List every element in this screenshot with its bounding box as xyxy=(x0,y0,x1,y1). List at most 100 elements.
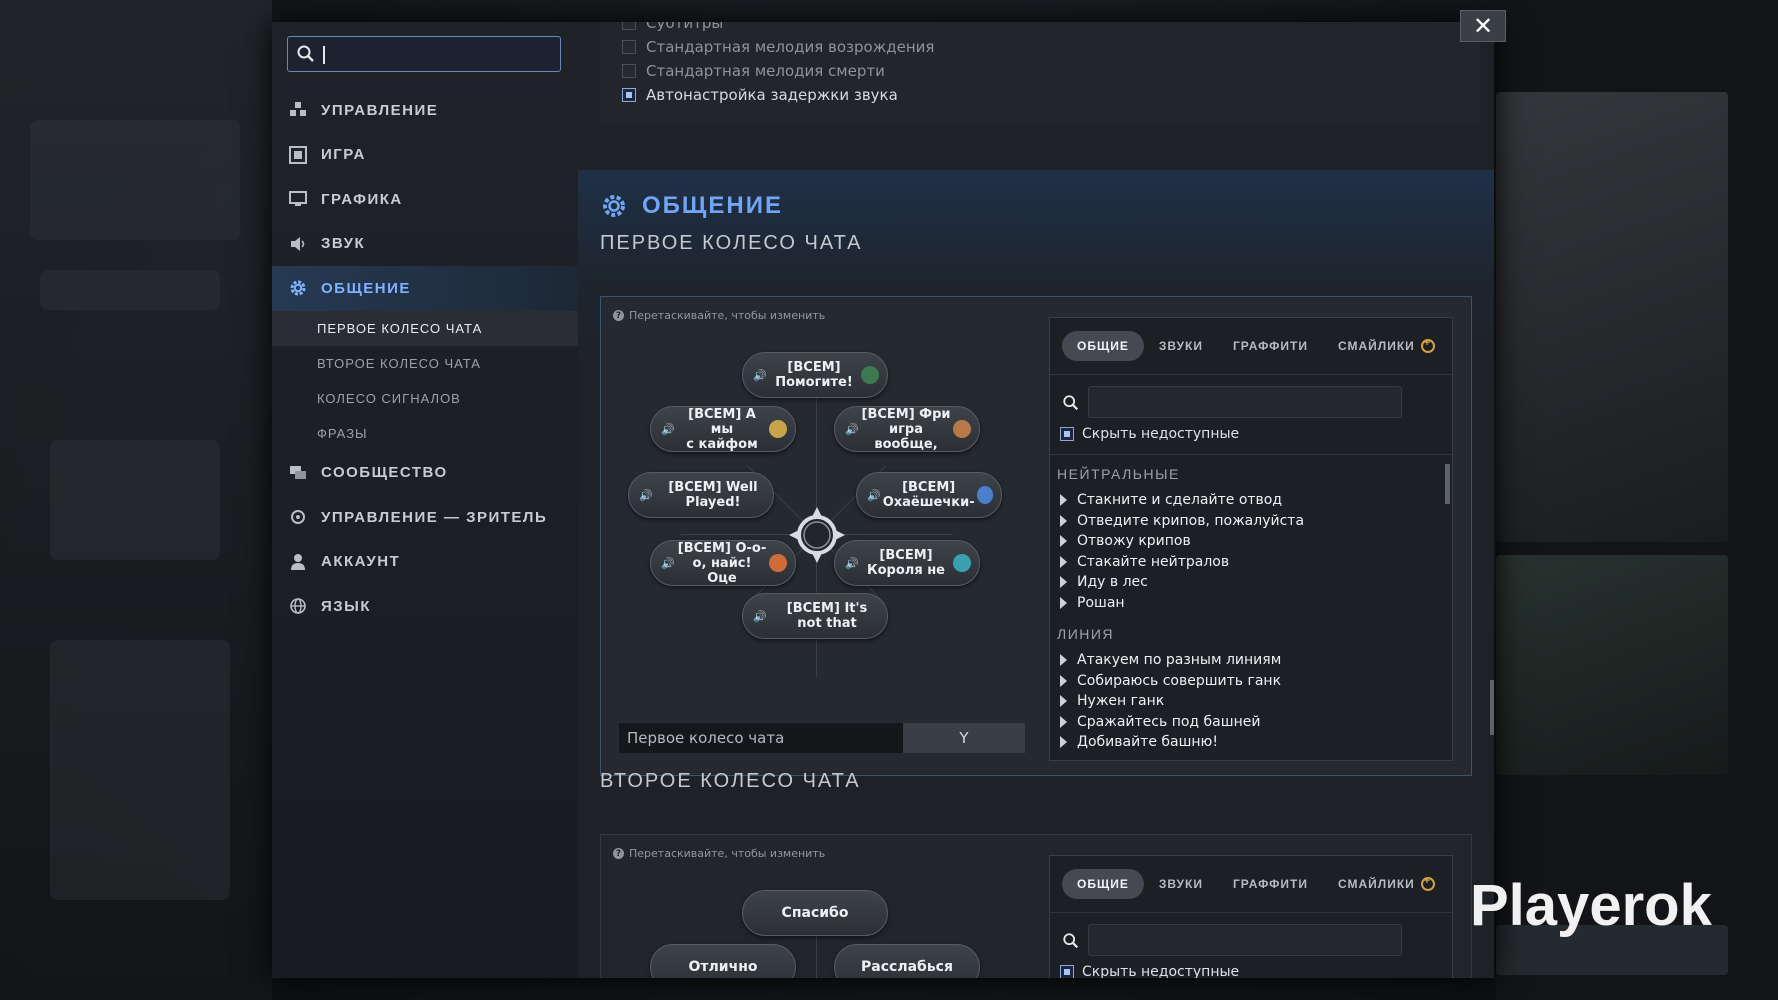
sub-item-phrases[interactable]: ФРАЗЫ xyxy=(272,416,578,451)
content-scrollbar[interactable] xyxy=(1490,680,1494,735)
phrase-item[interactable]: Собираюсь совершить ганк xyxy=(1060,673,1281,689)
phrase-item[interactable]: Сражайтесь под башней xyxy=(1060,714,1260,730)
category-heading: ЛИНИЯ xyxy=(1057,626,1115,642)
close-button[interactable]: ✕ xyxy=(1460,10,1506,42)
hide-unavailable-toggle[interactable]: Скрыть недоступные xyxy=(1060,964,1239,978)
nav-item-game[interactable]: ИГРА xyxy=(272,133,578,178)
tab-emoticons[interactable]: СМАЙЛИКИ xyxy=(1323,331,1450,361)
phrase-item[interactable]: Иду в лес xyxy=(1060,574,1148,590)
globe-icon xyxy=(287,595,309,617)
speaker-icon: 🔊 xyxy=(753,368,767,382)
phrase-item[interactable]: Отвожу крипов xyxy=(1060,533,1191,549)
play-triangle-icon xyxy=(1060,555,1067,568)
phrase-browser: ОБЩИЕ ЗВУКИ ГРАФФИТИ СМАЙЛИКИ Скрыть нед… xyxy=(1049,855,1453,978)
tab-sounds[interactable]: ЗВУКИ xyxy=(1144,869,1218,899)
phrase-search-input[interactable] xyxy=(1088,386,1402,418)
second-wheel-editor: ? Перетаскивайте, чтобы изменить Спасибо … xyxy=(600,834,1472,978)
wheel-slot-bottom-right[interactable]: 🔊 [ВСЕМ] Короля не xyxy=(834,540,980,586)
settings-sidebar: УПРАВЛЕНИЕ ИГРА ГРАФИКА ЗВУК ОБЩЕНИЕ ПЕР… xyxy=(272,22,578,978)
hide-unavailable-toggle[interactable]: Скрыть недоступные xyxy=(1060,426,1239,442)
wheel-slot-top[interactable]: 🔊 [ВСЕМ] Помогите! xyxy=(742,352,888,398)
tab-emoticons[interactable]: СМАЙЛИКИ xyxy=(1323,869,1450,899)
nav-item-account[interactable]: АККАУНТ xyxy=(272,540,578,585)
text-caret xyxy=(323,46,325,64)
nav-item-spectator-controls[interactable]: УПРАВЛЕНИЕ — ЗРИТЕЛЬ xyxy=(272,495,578,540)
wheel-slot-top[interactable]: Спасибо xyxy=(742,890,888,936)
play-triangle-icon xyxy=(1060,576,1067,588)
emoticon-icon xyxy=(769,420,787,438)
phrase-item[interactable]: Атакуем по разным линиям xyxy=(1060,652,1281,668)
chat-bubbles-icon xyxy=(287,462,309,484)
wheel-slot-top-left[interactable]: 🔊 [ВСЕМ] А мы с кайфом xyxy=(650,406,796,452)
wheel-slot-bottom[interactable]: 🔊 [ВСЕМ] It's not that xyxy=(742,593,888,639)
checkbox[interactable] xyxy=(622,40,636,54)
watermark-logo: Playerok xyxy=(1470,873,1712,938)
nav-item-community[interactable]: СООБЩЕСТВО xyxy=(272,451,578,496)
controls-icon xyxy=(287,99,309,121)
phrase-search-input[interactable] xyxy=(1088,924,1402,956)
settings-content: Субтитры Стандартная мелодия возрождения… xyxy=(578,22,1494,978)
nav-item-label: ИГРА xyxy=(321,146,366,164)
speaker-icon: 🔊 xyxy=(661,422,675,436)
nav-item-controls[interactable]: УПРАВЛЕНИЕ xyxy=(272,88,578,133)
phrase-item[interactable]: Стакайте нейтралов xyxy=(1060,554,1229,570)
checkbox[interactable] xyxy=(622,22,636,30)
wheel-slot-top-left[interactable]: Отлично xyxy=(650,944,796,978)
second-wheel-heading: ВТОРОЕ КОЛЕСО ЧАТА xyxy=(600,770,861,792)
sub-item-first-chat-wheel[interactable]: ПЕРВОЕ КОЛЕСО ЧАТА xyxy=(272,310,578,346)
settings-search-input[interactable] xyxy=(287,36,561,72)
wheel-slot-right[interactable]: 🔊 [ВСЕМ] Охаёшечки- xyxy=(856,472,1002,518)
phrase-item[interactable]: Добивайте башню! xyxy=(1060,734,1218,750)
checkbox-checked[interactable] xyxy=(1060,965,1074,978)
emoticon-icon xyxy=(861,366,879,384)
emoticon-icon xyxy=(976,486,993,504)
checkbox-checked[interactable] xyxy=(622,88,636,102)
divider xyxy=(1050,912,1452,913)
tab-graffiti[interactable]: ГРАФФИТИ xyxy=(1218,869,1323,899)
wheel-name-field[interactable]: Первое колесо чата xyxy=(619,723,903,753)
phrase-item[interactable]: Нужен ганк xyxy=(1060,693,1164,709)
sub-item-ping-wheel[interactable]: КОЛЕСО СИГНАЛОВ xyxy=(272,381,578,416)
drag-hint: ? Перетаскивайте, чтобы изменить xyxy=(613,309,825,322)
tab-general[interactable]: ОБЩИЕ xyxy=(1062,869,1144,899)
option-auto-sound-delay[interactable]: Автонастройка задержки звука xyxy=(622,86,898,104)
wheel-slot-top-right[interactable]: 🔊 [ВСЕМ] Фри игра вообще, xyxy=(834,406,980,452)
wheel-slot-top-right[interactable]: Расслабься xyxy=(834,944,980,978)
phrase-tabs: ОБЩИЕ ЗВУКИ ГРАФФИТИ СМАЙЛИКИ xyxy=(1062,330,1450,362)
gear-icon xyxy=(287,277,309,299)
game-icon xyxy=(287,144,309,166)
checkbox[interactable] xyxy=(622,64,636,78)
nav-item-label: СООБЩЕСТВО xyxy=(321,464,448,482)
chat-wheel: 🔊 [ВСЕМ] Помогите! 🔊 [ВСЕМ] Фри игра вообщ… xyxy=(611,337,1011,707)
help-icon: ? xyxy=(613,310,624,321)
wheel-slot-bottom-left[interactable]: 🔊 [ВСЕМ] О-о- о, найс! Оце xyxy=(650,540,796,586)
wheel-slot-left[interactable]: 🔊 [ВСЕМ] Well Played! xyxy=(628,472,774,518)
speaker-icon: 🔊 xyxy=(753,609,767,623)
phrase-item[interactable]: Стакните и сделайте отвод xyxy=(1060,492,1282,508)
scrollbar-thumb[interactable] xyxy=(1445,464,1450,504)
nav-item-language[interactable]: ЯЗЫК xyxy=(272,584,578,629)
nav-item-communication[interactable]: ОБЩЕНИЕ xyxy=(272,266,578,311)
nav-item-graphics[interactable]: ГРАФИКА xyxy=(272,177,578,222)
speaker-icon: 🔊 xyxy=(845,422,859,436)
phrase-item[interactable]: Отведите крипов, пожалуйста xyxy=(1060,513,1304,529)
background-event-card xyxy=(1496,92,1728,542)
section-title: ОБЩЕНИЕ xyxy=(600,192,783,220)
wheel-hotkey-button[interactable]: Y xyxy=(903,723,1025,753)
nav-item-label: УПРАВЛЕНИЕ xyxy=(321,101,439,119)
tab-graffiti[interactable]: ГРАФФИТИ xyxy=(1218,331,1323,361)
phrase-item[interactable]: Рошан xyxy=(1060,595,1125,611)
tab-sounds[interactable]: ЗВУКИ xyxy=(1144,331,1218,361)
nav-item-label: ГРАФИКА xyxy=(321,190,403,208)
checkbox-checked[interactable] xyxy=(1060,427,1074,441)
nav-item-sound[interactable]: ЗВУК xyxy=(272,222,578,267)
nav-item-label: ЗВУК xyxy=(321,235,366,253)
option-subtitles[interactable]: Субтитры xyxy=(622,22,723,32)
sub-item-second-chat-wheel[interactable]: ВТОРОЕ КОЛЕСО ЧАТА xyxy=(272,346,578,381)
tab-general[interactable]: ОБЩИЕ xyxy=(1062,331,1144,361)
option-death-melody[interactable]: Стандартная мелодия смерти xyxy=(622,62,885,80)
phrase-tabs: ОБЩИЕ ЗВУКИ ГРАФФИТИ СМАЙЛИКИ xyxy=(1062,868,1450,900)
option-respawn-melody[interactable]: Стандартная мелодия возрождения xyxy=(622,38,934,56)
gear-icon xyxy=(603,195,625,217)
phrase-browser: ОБЩИЕ ЗВУКИ ГРАФФИТИ СМАЙЛИКИ Скрыть нед… xyxy=(1049,317,1453,761)
